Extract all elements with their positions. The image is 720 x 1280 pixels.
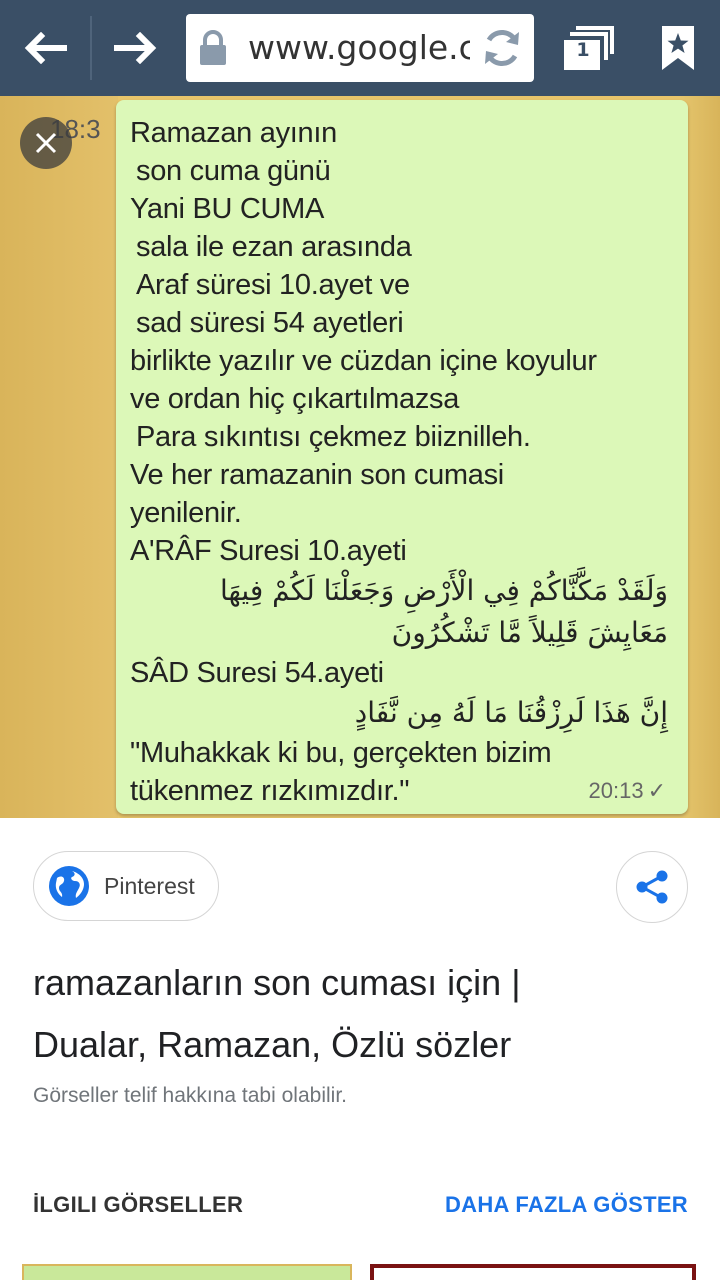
forward-button[interactable] [92,0,180,96]
message-line: Araf süresi 10.ayet ve [136,269,410,301]
message-time: 20:13 ✓ [589,778,667,804]
message-line: sad süresi 54 ayetleri [136,307,404,339]
message-line: sala ile ezan arasında [136,231,412,263]
translation-line: "Muhakkak ki bu, gerçekten bizim [130,737,552,769]
message-line: ve ordan hiç çıkartılmazsa [130,383,460,415]
related-images-heading: İLGILI GÖRSELLER [33,1192,244,1217]
message-line: Ve her ramazanin son cumasi [130,459,504,491]
source-label: Pinterest [104,872,195,899]
image-preview[interactable]: 18:3 Ramazan ayının son cuma günü Yani B… [0,96,720,818]
show-more-link[interactable]: DAHA FAZLA GÖSTER [445,1192,688,1218]
arabic-verse-line: وَلَقَدْ مَكَّنَّاكُمْ فِي الْأَرْضِ وَج… [219,574,668,607]
lock-icon [200,30,226,65]
close-button[interactable] [20,117,72,169]
message-line: Ramazan ayının [130,117,337,149]
result-title[interactable]: ramazanların son cuması için | Dualar, R… [33,952,693,1076]
image-background-left [0,96,118,818]
message-line: yenilenir. [130,497,242,529]
image-details-panel: Pinterest ramazanların son cuması için |… [0,818,720,1280]
forward-arrow-icon [114,32,157,64]
message-line: son cuma günü [136,155,331,187]
result-title-line: Dualar, Ramazan, Özlü sözler [33,1024,512,1065]
reload-icon[interactable] [480,26,524,70]
arabic-verse-line: إِنَّ هَذَا لَرِزْقُنَا مَا لَهُ مِن نَّ… [354,696,668,729]
result-title-line: ramazanların son cuması için | [33,962,521,1003]
message-line: Yani BU CUMA [130,193,325,225]
source-chip[interactable]: Pinterest [33,851,219,921]
share-button[interactable] [616,851,688,923]
message-line: birlikte yazılır ve cüzdan içine koyulur [130,345,597,377]
sad-surah-title: SÂD Suresi 54.ayeti [130,657,384,689]
bookmark-button[interactable] [636,0,720,96]
arabic-verse-line: مَعَايِشَ قَلِيلاً مَّا تَشْكُرُونَ [391,616,668,649]
back-arrow-icon [24,32,67,64]
address-bar[interactable]: www.google.com [186,14,534,82]
message-time-text: 20:13 [588,778,644,803]
share-icon [636,870,668,904]
browser-toolbar: www.google.com 1 [0,0,720,96]
url-text: www.google.com [248,28,470,67]
tabs-button[interactable]: 1 [548,0,632,96]
globe-icon [49,866,89,906]
bookmark-star-icon [662,26,694,70]
message-line: Para sıkıntısı çekmez biiznilleh. [136,421,531,453]
message-text: Ramazan ayının son cuma günü Yani BU CUM… [130,114,678,810]
chat-message-bubble: Ramazan ayının son cuma günü Yani BU CUM… [116,100,688,814]
read-check-icon: ✓ [647,778,666,803]
close-icon [35,132,57,154]
related-image-thumbnail[interactable] [370,1264,696,1280]
message-line: A'RÂF Suresi 10.ayeti [130,535,407,567]
copyright-notice: Görseller telif hakkına tabi olabilir. [33,1084,347,1107]
back-button[interactable] [0,0,90,96]
related-image-thumbnail[interactable] [22,1264,352,1280]
tab-count: 1 [576,39,590,61]
